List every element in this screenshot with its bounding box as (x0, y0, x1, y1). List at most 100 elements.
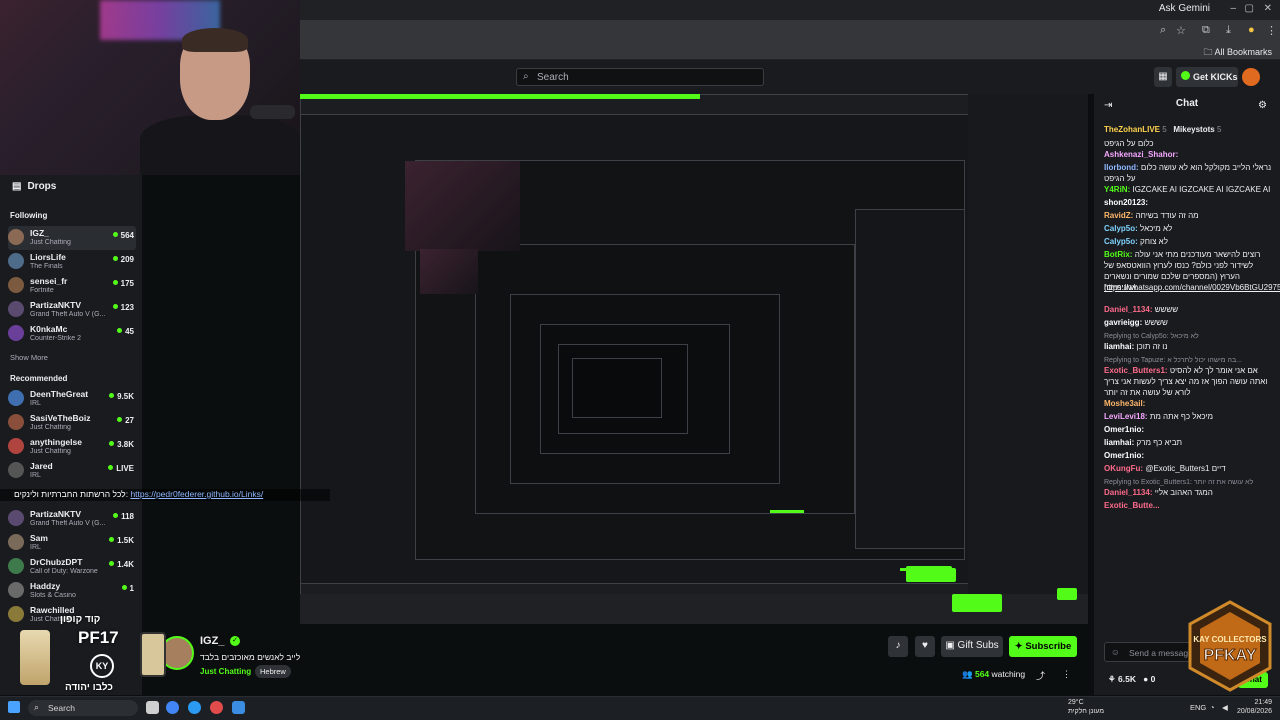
show-more-link[interactable]: Show More (10, 353, 48, 362)
chat-username[interactable]: Exotic_Butte... (1104, 501, 1160, 510)
drops-link[interactable]: ▤ Drops (12, 181, 56, 192)
sidebar-channel[interactable]: PartizaNKTV Grand Theft Auto V (G... 123 (8, 298, 136, 322)
overlay-link[interactable]: https://pedr0federer.github.io/Links/ (130, 489, 263, 499)
weather-widget[interactable]: 29°C מעונן חלקית (1068, 698, 1104, 716)
heart-icon[interactable]: ♥ (915, 636, 935, 657)
maximize-icon[interactable]: ▢ (1245, 3, 1254, 14)
chat-username[interactable]: Ashkenazi_Shahor: (1104, 150, 1178, 159)
streamer-name[interactable]: IGZ_ (200, 635, 224, 647)
volume-icon[interactable]: ◀ (1222, 703, 1228, 712)
taskbar-search[interactable]: ⌕ Search (28, 700, 138, 716)
windows-start-icon[interactable] (8, 701, 20, 713)
chat-message[interactable]: Omer1nio: (1104, 450, 1274, 461)
menu-icon[interactable]: ⋮ (1266, 24, 1277, 37)
chat-message[interactable]: OKungFu: @Exotic_Butters1 דיים (1104, 463, 1274, 474)
top-user-name[interactable]: Mikeystots (1173, 125, 1214, 134)
chat-message[interactable]: Ilorbond: נראלי הלייב מקולקל הוא לא עושה… (1104, 162, 1274, 184)
sidebar-channel[interactable]: LiorsLife The Finals 209 (8, 250, 136, 274)
sidebar-channel[interactable]: Sam IRL 1.5K (8, 531, 136, 555)
extensions-icon[interactable]: ⧉ (1202, 24, 1210, 37)
stream-category[interactable]: Just Chatting (200, 667, 251, 676)
chat-username[interactable]: Y4RiN: (1104, 185, 1130, 194)
chat-username[interactable]: BotRix: (1104, 250, 1132, 259)
subscribe-button[interactable]: ✦ Subscribe (1009, 636, 1077, 657)
sidebar-channel[interactable]: DrChubzDPT Call of Duty: Warzone 1.4K (8, 555, 136, 579)
profile-icon[interactable]: ● (1248, 24, 1255, 36)
sidebar-channel[interactable]: anythingelse Just Chatting 3.8K (8, 435, 136, 459)
chat-username[interactable]: Moshe3ail: (1104, 399, 1145, 408)
chat-message[interactable]: Calyp5o: לא צוחק (1104, 236, 1274, 247)
file-explorer-icon[interactable] (146, 701, 159, 714)
sidebar-channel[interactable]: DeenTheGreat IRL 9.5K (8, 387, 136, 411)
app-icon[interactable] (188, 701, 201, 714)
chat-message[interactable]: liamhai: תביא כף מרק (1104, 437, 1274, 448)
chat-link[interactable]: https://whatsapp.com/channel/0029Vb6BtGU… (1104, 283, 1280, 292)
gift-subs-button[interactable]: ▣ Gift Subs (941, 636, 1003, 657)
sidebar-channel[interactable]: sensei_fr Fortnite 175 (8, 274, 136, 298)
ask-gemini-button[interactable]: Ask Gemini (1159, 3, 1210, 14)
chrome-icon[interactable] (166, 701, 179, 714)
get-kicks-button[interactable]: Get KICKs (1176, 67, 1238, 87)
star-icon[interactable]: ☆ (1176, 24, 1186, 37)
chat-settings-icon[interactable]: ⚙ (1258, 100, 1267, 111)
obs-icon[interactable] (210, 701, 223, 714)
user-avatar[interactable] (1242, 68, 1260, 86)
chat-message[interactable]: Ashkenazi_Shahor: (1104, 149, 1274, 160)
zoom-icon[interactable]: ⌕ (1160, 24, 1166, 37)
sidebar-channel[interactable]: PartizaNKTV Grand Theft Auto V (G... 118 (8, 507, 136, 531)
chat-message[interactable]: כלום על הגיפט (1104, 138, 1274, 149)
share-icon[interactable]: ⤴ (1036, 669, 1045, 682)
weather-desc: מעונן חלקית (1068, 708, 1105, 715)
chat-message[interactable]: Exotic_Butte... (1104, 500, 1274, 511)
chat-message[interactable]: Daniel_1134: שששש (1104, 304, 1274, 315)
language-tag[interactable]: Hebrew (255, 665, 291, 678)
chat-username[interactable]: OKungFu: (1104, 464, 1143, 473)
minimize-icon[interactable]: – (1230, 3, 1236, 14)
chat-username[interactable]: Calyp5o: (1104, 237, 1138, 246)
download-icon[interactable]: ⤓ (1226, 24, 1231, 37)
wifi-icon[interactable]: ◔ (1210, 703, 1215, 712)
stream-player[interactable] (300, 94, 1088, 624)
chat-username[interactable]: liamhai: (1104, 342, 1134, 351)
search-input[interactable]: ⌕ Search (516, 68, 764, 86)
sidebar-channel[interactable]: SasiVeTheBoiz Just Chatting 27 (8, 411, 136, 435)
chat-username[interactable]: LeviLevi18: (1104, 412, 1148, 421)
chat-username[interactable]: Omer1nio: (1104, 425, 1144, 434)
system-clock[interactable]: 21:49 20/08/2026 (1236, 698, 1272, 716)
chat-username[interactable]: Omer1nio: (1104, 451, 1144, 460)
chat-message[interactable]: Daniel_1134: המגד האהוב אליי (1104, 487, 1274, 498)
chat-message[interactable]: Y4RiN: IGZCAKE AI IGZCAKE AI IGZCAKE AI (1104, 184, 1274, 195)
sidebar-channel[interactable]: IGZ_ Just Chatting 564 (8, 226, 136, 250)
chat-username[interactable]: Calyp5o: (1104, 224, 1138, 233)
notification-bell-icon[interactable]: ♪ (888, 636, 908, 657)
all-bookmarks-button[interactable]: 🗀 All Bookmarks (1203, 45, 1272, 61)
top-user-name[interactable]: TheZohanLIVE (1104, 125, 1160, 134)
chat-username[interactable]: Daniel_1134: (1104, 488, 1152, 497)
chat-username[interactable]: RavidZ: (1104, 211, 1133, 220)
close-icon[interactable]: ✕ (1264, 3, 1272, 14)
chat-message[interactable]: gavrieigg: שששש (1104, 317, 1274, 328)
chat-message[interactable]: LeviLevi18: מיכאל כף אתה מת (1104, 411, 1274, 422)
chat-username[interactable]: shon20123: (1104, 198, 1148, 207)
app-icon-2[interactable] (232, 701, 245, 714)
store-icon[interactable]: ▦ (1154, 67, 1172, 87)
chat-message[interactable]: https://whatsapp.com/channel/0029Vb6BtGU… (1104, 282, 1280, 293)
chat-username[interactable]: Daniel_1134: (1104, 305, 1152, 314)
chat-message[interactable]: Calyp5o: לא מיכאל (1104, 223, 1274, 234)
chat-username[interactable]: liamhai: (1104, 438, 1134, 447)
chat-message[interactable]: liamhai: נו זה תוכן (1104, 341, 1274, 352)
chat-username[interactable]: gavrieigg: (1104, 318, 1142, 327)
chat-message[interactable]: RavidZ: מה זה עודד בשיחה (1104, 210, 1274, 221)
chat-username[interactable]: Ilorbond: (1104, 163, 1139, 172)
sidebar-channel[interactable]: Jared IRL LIVE (8, 459, 136, 483)
more-icon[interactable]: ⋮ (1062, 669, 1071, 680)
chat-message[interactable]: Omer1nio: (1104, 424, 1274, 435)
emote-icon[interactable]: ☺ (1111, 647, 1120, 657)
language-indicator[interactable]: ENG (1190, 703, 1206, 712)
chat-username[interactable]: Exotic_Butters1: (1104, 366, 1168, 375)
chat-message[interactable]: Exotic_Butters1: אם אני אומר לך לא להסיט… (1104, 365, 1274, 398)
chat-message[interactable]: shon20123: (1104, 197, 1274, 208)
sidebar-channel[interactable]: Haddzy Slots & Casino 1 (8, 579, 136, 603)
sidebar-channel[interactable]: K0nkaMc Counter-Strike 2 45 (8, 322, 136, 346)
chat-message[interactable]: Moshe3ail: (1104, 398, 1274, 409)
